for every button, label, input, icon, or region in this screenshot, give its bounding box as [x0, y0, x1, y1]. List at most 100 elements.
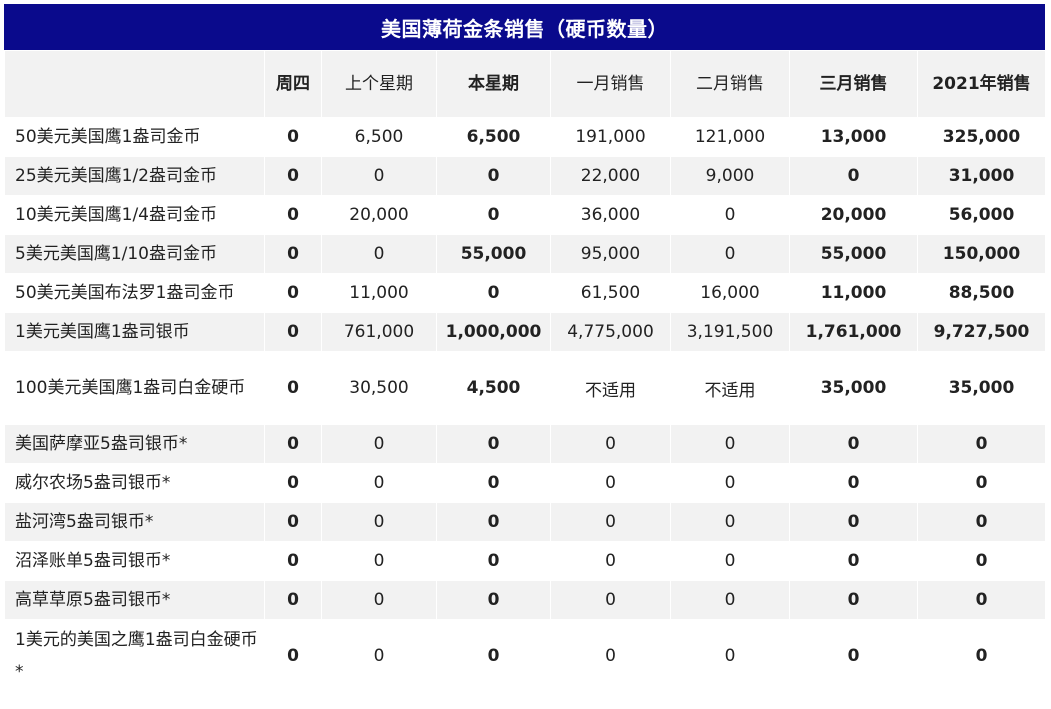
cell-coin-name: 50美元美国鹰1盎司金币 — [4, 117, 265, 157]
header-feb-sales: 二月销售 — [670, 50, 790, 118]
cell-this-week: 55,000 — [436, 234, 551, 274]
cell-mar-sales: 55,000 — [789, 234, 918, 274]
cell-thursday: 0 — [264, 351, 322, 425]
cell-feb-sales: 0 — [670, 463, 790, 503]
table-row: 1美元美国鹰1盎司银币 0 761,000 1,000,000 4,775,000 3,1… — [4, 312, 1046, 352]
cell-thursday: 0 — [264, 312, 322, 352]
cell-feb-sales: 121,000 — [670, 117, 790, 157]
header-thursday: 周四 — [264, 50, 322, 118]
cell-thursday: 0 — [264, 541, 322, 581]
cell-feb-sales: 0 — [670, 234, 790, 274]
cell-last-week: 0 — [321, 234, 437, 274]
cell-coin-name: 5美元美国鹰1/10盎司金币 — [4, 234, 265, 274]
cell-last-week: 6,500 — [321, 117, 437, 157]
cell-last-week: 20,000 — [321, 195, 437, 235]
cell-jan-sales: 61,500 — [550, 273, 671, 313]
cell-thursday: 0 — [264, 619, 322, 693]
cell-jan-sales: 0 — [550, 619, 671, 693]
cell-jan-sales: 95,000 — [550, 234, 671, 274]
cell-last-week: 0 — [321, 156, 437, 196]
cell-this-week: 0 — [436, 424, 551, 464]
cell-coin-name: 盐河湾5盎司银币* — [4, 502, 265, 542]
cell-last-week: 0 — [321, 541, 437, 581]
header-jan-sales: 一月销售 — [550, 50, 671, 118]
coin-sales-table: 周四 上个星期 本星期 一月销售 二月销售 三月销售 2021年销售 50美元美… — [4, 50, 1046, 693]
cell-jan-sales: 0 — [550, 424, 671, 464]
cell-jan-sales: 0 — [550, 541, 671, 581]
cell-jan-sales: 4,775,000 — [550, 312, 671, 352]
table-row: 盐河湾5盎司银币* 0 0 0 0 0 0 0 — [4, 502, 1046, 542]
cell-year-2021-sales: 0 — [917, 424, 1046, 464]
cell-mar-sales: 0 — [789, 424, 918, 464]
cell-feb-sales: 3,191,500 — [670, 312, 790, 352]
cell-feb-sales: 0 — [670, 619, 790, 693]
cell-thursday: 0 — [264, 273, 322, 313]
table-row: 50美元美国鹰1盎司金币 0 6,500 6,500 191,000 121,000 13,… — [4, 117, 1046, 157]
cell-feb-sales: 9,000 — [670, 156, 790, 196]
cell-mar-sales: 0 — [789, 463, 918, 503]
table-row: 50美元美国布法罗1盎司金币 0 11,000 0 61,500 16,000 11,000… — [4, 273, 1046, 313]
cell-mar-sales: 13,000 — [789, 117, 918, 157]
cell-year-2021-sales: 0 — [917, 580, 1046, 620]
header-this-week: 本星期 — [436, 50, 551, 118]
cell-thursday: 0 — [264, 195, 322, 235]
cell-jan-sales: 22,000 — [550, 156, 671, 196]
cell-feb-sales: 不适用 — [670, 351, 790, 425]
cell-coin-name: 高草草原5盎司银币* — [4, 580, 265, 620]
cell-year-2021-sales: 35,000 — [917, 351, 1046, 425]
cell-mar-sales: 0 — [789, 156, 918, 196]
cell-feb-sales: 0 — [670, 541, 790, 581]
cell-mar-sales: 0 — [789, 580, 918, 620]
cell-coin-name: 10美元美国鹰1/4盎司金币 — [4, 195, 265, 235]
cell-last-week: 0 — [321, 619, 437, 693]
cell-feb-sales: 0 — [670, 580, 790, 620]
header-2021-sales: 2021年销售 — [917, 50, 1046, 118]
sales-table-container: 美国薄荷金条销售（硬币数量） 周四 上个星期 本星期 一月销售 二月销售 三月销… — [4, 4, 1046, 693]
cell-this-week: 0 — [436, 463, 551, 503]
cell-year-2021-sales: 0 — [917, 463, 1046, 503]
cell-thursday: 0 — [264, 424, 322, 464]
cell-mar-sales: 35,000 — [789, 351, 918, 425]
table-row: 高草草原5盎司银币* 0 0 0 0 0 0 0 — [4, 580, 1046, 620]
cell-coin-name: 50美元美国布法罗1盎司金币 — [4, 273, 265, 313]
table-row: 25美元美国鹰1/2盎司金币 0 0 0 22,000 9,000 0 31,000 — [4, 156, 1046, 196]
table-row: 5美元美国鹰1/10盎司金币 0 0 55,000 95,000 0 55,000 150,0… — [4, 234, 1046, 274]
cell-this-week: 0 — [436, 273, 551, 313]
cell-mar-sales: 0 — [789, 541, 918, 581]
cell-year-2021-sales: 9,727,500 — [917, 312, 1046, 352]
cell-this-week: 0 — [436, 502, 551, 542]
cell-coin-name: 美国萨摩亚5盎司银币* — [4, 424, 265, 464]
cell-this-week: 6,500 — [436, 117, 551, 157]
cell-jan-sales: 0 — [550, 502, 671, 542]
cell-feb-sales: 0 — [670, 195, 790, 235]
cell-last-week: 11,000 — [321, 273, 437, 313]
cell-year-2021-sales: 0 — [917, 541, 1046, 581]
cell-mar-sales: 0 — [789, 502, 918, 542]
cell-thursday: 0 — [264, 580, 322, 620]
table-row: 100美元美国鹰1盎司白金硬币 0 30,500 4,500 不适用 不适用 35,000 3… — [4, 351, 1046, 425]
table-body: 50美元美国鹰1盎司金币 0 6,500 6,500 191,000 121,000 13,… — [4, 117, 1046, 693]
cell-year-2021-sales: 325,000 — [917, 117, 1046, 157]
cell-thursday: 0 — [264, 117, 322, 157]
cell-this-week: 4,500 — [436, 351, 551, 425]
cell-mar-sales: 0 — [789, 619, 918, 693]
cell-last-week: 0 — [321, 463, 437, 503]
cell-mar-sales: 1,761,000 — [789, 312, 918, 352]
table-row: 1美元的美国之鹰1盎司白金硬币* 0 0 0 0 0 0 0 — [4, 619, 1046, 693]
table-title: 美国薄荷金条销售（硬币数量） — [4, 4, 1045, 50]
cell-this-week: 1,000,000 — [436, 312, 551, 352]
header-row: 周四 上个星期 本星期 一月销售 二月销售 三月销售 2021年销售 — [4, 50, 1046, 118]
cell-year-2021-sales: 0 — [917, 502, 1046, 542]
header-name — [4, 50, 265, 118]
cell-thursday: 0 — [264, 156, 322, 196]
cell-feb-sales: 16,000 — [670, 273, 790, 313]
cell-last-week: 0 — [321, 502, 437, 542]
cell-coin-name: 25美元美国鹰1/2盎司金币 — [4, 156, 265, 196]
cell-jan-sales: 0 — [550, 580, 671, 620]
cell-feb-sales: 0 — [670, 424, 790, 464]
cell-last-week: 0 — [321, 580, 437, 620]
cell-coin-name: 威尔农场5盎司银币* — [4, 463, 265, 503]
cell-last-week: 761,000 — [321, 312, 437, 352]
cell-thursday: 0 — [264, 463, 322, 503]
cell-jan-sales: 36,000 — [550, 195, 671, 235]
